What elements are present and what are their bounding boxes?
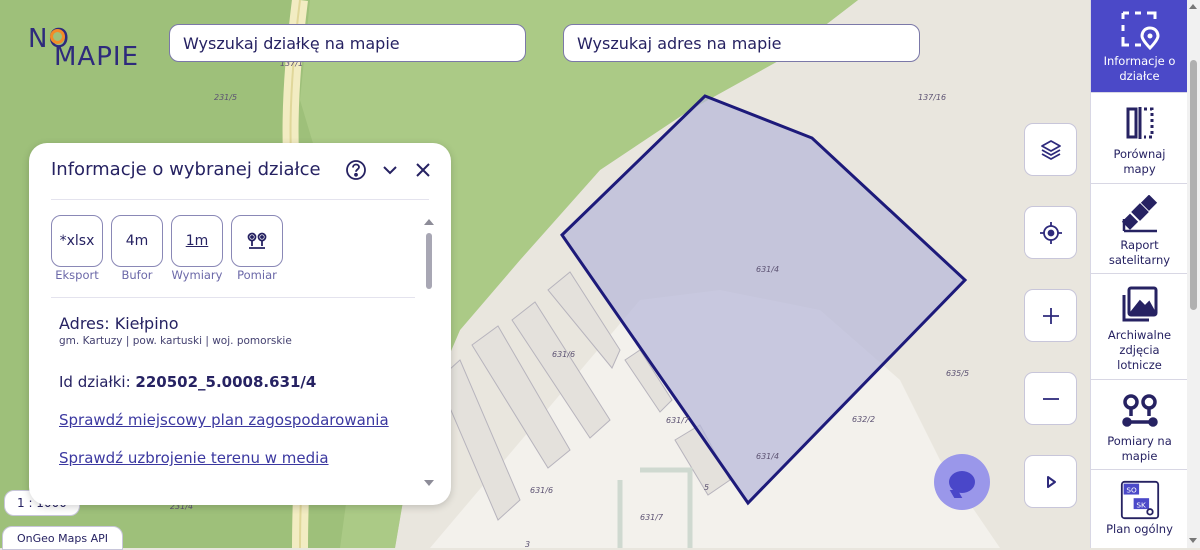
svg-text:SO: SO [1126, 486, 1137, 495]
sidebar-item-satellite-report[interactable]: Raport satelitarny [1091, 184, 1188, 274]
sidebar-item-plot-info[interactable]: Informacje o działce [1091, 0, 1188, 93]
measure-pins-icon [1120, 390, 1160, 430]
page-scrollbar-thumb[interactable] [1190, 60, 1197, 310]
parcel-label: 631/6 [552, 350, 575, 359]
plot-id-value: 220502_5.0008.631/4 [135, 373, 317, 391]
satellite-icon [1120, 194, 1160, 234]
xlsx-icon: *xlsx [59, 233, 95, 249]
layers-icon [1040, 139, 1061, 160]
plot-info-icon [1120, 10, 1160, 50]
chevron-down-icon [383, 166, 397, 175]
map-attribution[interactable]: OnGeo Maps API [2, 526, 123, 550]
sidebar-label: Pomiary na mapie [1107, 434, 1172, 463]
parcel-label: 632/2 [852, 415, 875, 424]
help-icon [346, 160, 366, 180]
plot-search-placeholder: Wyszukaj działkę na mapie [183, 33, 400, 53]
plot-id-label: Id działki: [59, 373, 131, 391]
buffer-label: Bufor [121, 268, 153, 282]
utilities-link[interactable]: Sprawdź uzbrojenie terenu w media [59, 449, 329, 467]
svg-text:SK: SK [1136, 500, 1146, 509]
photos-icon [1120, 284, 1160, 324]
plus-icon [1042, 307, 1059, 324]
right-sidebar: Informacje o działce Porównaj mapy Rapor… [1090, 0, 1188, 548]
parcel-label: 631/6 [530, 486, 553, 495]
page-scrollbar[interactable] [1187, 0, 1200, 548]
zoom-in-button[interactable] [1024, 289, 1077, 342]
buffer-button[interactable]: 4m [111, 215, 163, 267]
measure-button[interactable] [231, 215, 283, 267]
parcel-label: 631/4 [756, 452, 779, 461]
panel-divider [51, 297, 415, 298]
panel-scroll-down[interactable] [424, 480, 434, 486]
plot-search-input[interactable]: Wyszukaj działkę na mapie [169, 24, 526, 62]
close-icon [416, 163, 430, 177]
general-plan-icon: SO SK [1120, 480, 1160, 520]
address-search-placeholder: Wyszukaj adres na mapie [577, 33, 782, 53]
sidebar-label: Informacje o działce [1103, 54, 1176, 83]
sidebar-label: Archiwalne zdjęcia lotnicze [1107, 328, 1172, 372]
buffer-icon: 4m [125, 233, 149, 249]
address-subtitle: gm. Kartuzy | pow. kartuski | woj. pomor… [59, 335, 292, 347]
collapse-button[interactable] [377, 157, 403, 183]
layers-button[interactable] [1024, 123, 1077, 176]
expand-button[interactable] [1024, 455, 1077, 508]
play-icon [1046, 475, 1056, 488]
panel-scroll-up[interactable] [424, 219, 434, 225]
chat-icon [949, 471, 975, 493]
sidebar-item-general-plan[interactable]: SO SK Plan ogólny [1091, 470, 1188, 548]
parcel-label: 231/5 [214, 93, 237, 102]
sidebar-label: Plan ogólny [1106, 522, 1173, 536]
sidebar-item-compare-maps[interactable]: Porównaj mapy [1091, 93, 1188, 184]
compare-icon [1120, 103, 1160, 143]
address-title: Adres: Kiełpino [59, 314, 179, 333]
ruler-icon: 1m [185, 233, 209, 249]
dimensions-button[interactable]: 1m [171, 215, 223, 267]
address-search-input[interactable]: Wyszukaj adres na mapie [563, 24, 920, 62]
help-button[interactable] [343, 157, 369, 183]
parcel-label: 3 [525, 540, 530, 548]
pins-icon [247, 232, 267, 249]
parcel-label: 635/5 [946, 369, 969, 378]
page-scroll-up[interactable] [1189, 4, 1197, 9]
page-scroll-down[interactable] [1189, 538, 1197, 543]
logo[interactable]: NO MAPIE [28, 24, 138, 72]
sidebar-label: Porównaj mapy [1113, 147, 1166, 176]
dimensions-label: Wymiary [171, 268, 223, 282]
zoning-plan-link[interactable]: Sprawdź miejscowy plan zagospodarowania [59, 411, 389, 429]
plot-info-panel: Informacje o wybranej działce *xlsx Eksp… [29, 143, 451, 505]
export-label: Eksport [55, 268, 99, 282]
measure-label: Pomiar [237, 268, 277, 282]
parcel-label: 631/7 [666, 416, 690, 425]
parcel-label: 631/4 [756, 265, 779, 274]
export-button[interactable]: *xlsx [51, 215, 103, 267]
panel-title: Informacje o wybranej działce [51, 159, 321, 180]
parcel-label: 5 [704, 483, 709, 492]
parcel-label: 631/7 [640, 513, 664, 522]
panel-scrollbar-thumb[interactable] [426, 233, 432, 289]
zoom-out-button[interactable] [1024, 372, 1077, 425]
minus-icon [1042, 397, 1059, 400]
plot-id: Id działki: 220502_5.0008.631/4 [59, 373, 316, 391]
sidebar-label: Raport satelitarny [1108, 238, 1171, 267]
locate-button[interactable] [1024, 206, 1077, 259]
panel-divider [51, 199, 429, 200]
parcel-label: 137/16 [918, 93, 946, 102]
logo-text-bottom: MAPIE [54, 42, 139, 72]
sidebar-item-aerial-photos[interactable]: Archiwalne zdjęcia lotnicze [1091, 274, 1188, 380]
sidebar-item-map-measurements[interactable]: Pomiary na mapie [1091, 380, 1188, 470]
crosshair-icon [1039, 221, 1062, 244]
chat-button[interactable] [934, 454, 990, 510]
close-button[interactable] [410, 157, 436, 183]
